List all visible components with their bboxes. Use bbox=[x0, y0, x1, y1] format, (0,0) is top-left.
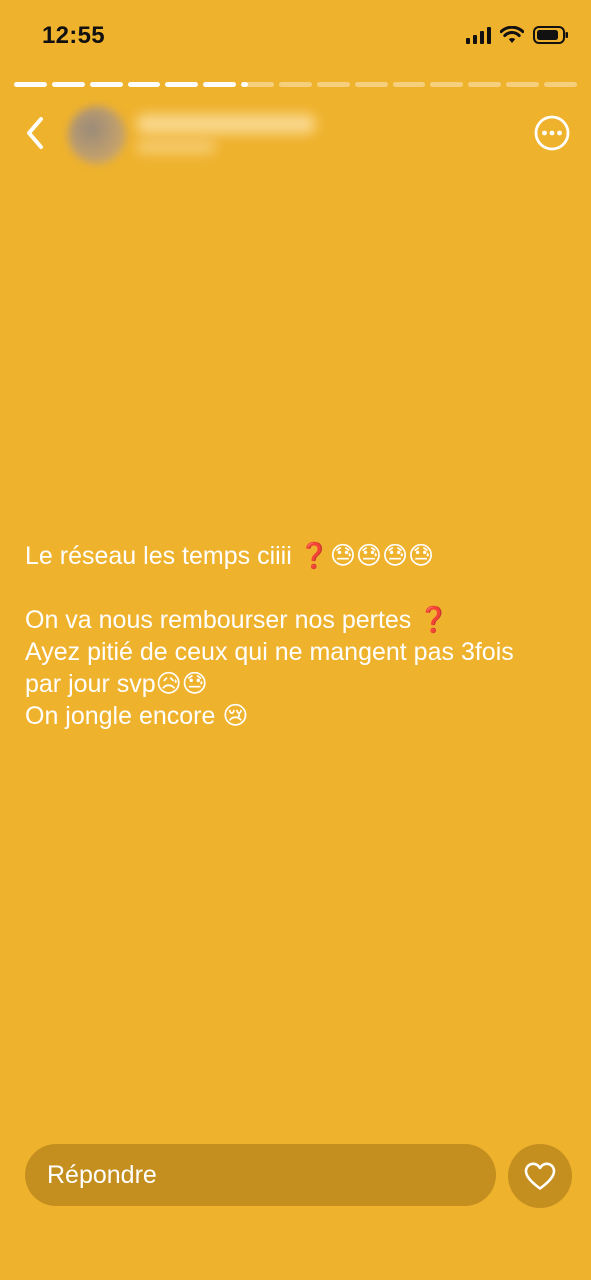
story-header bbox=[0, 100, 591, 170]
story-text: Le réseau les temps ciiii ❓😓😓😓😓 On va no… bbox=[25, 540, 570, 732]
progress-segment bbox=[241, 82, 275, 87]
chevron-left-icon bbox=[27, 117, 43, 149]
progress-segment bbox=[430, 82, 464, 87]
message-line: On va nous rembourser nos pertes ❓ bbox=[25, 606, 450, 634]
progress-segment bbox=[392, 82, 426, 87]
progress-segment bbox=[127, 82, 161, 87]
message-line: Le réseau les temps ciiii ❓😓😓😓😓 bbox=[25, 542, 435, 570]
like-button[interactable] bbox=[508, 1144, 572, 1208]
progress-segment-fill bbox=[51, 82, 85, 87]
battery-icon bbox=[533, 26, 568, 44]
progress-segment bbox=[354, 82, 388, 87]
progress-segment-fill bbox=[165, 82, 199, 87]
story-progress-bar bbox=[14, 82, 577, 87]
status-icons bbox=[466, 26, 569, 44]
reply-input[interactable]: Répondre bbox=[25, 1144, 496, 1206]
more-options-button[interactable] bbox=[533, 114, 571, 152]
reply-placeholder: Répondre bbox=[47, 1160, 157, 1189]
message-line: On jongle encore 😢 bbox=[25, 702, 249, 730]
status-bar: 12:55 bbox=[0, 0, 591, 72]
avatar[interactable] bbox=[68, 106, 126, 164]
progress-segment bbox=[203, 82, 237, 87]
progress-segment-fill bbox=[127, 82, 161, 87]
cellular-signal-icon bbox=[466, 26, 491, 44]
ellipsis-circle-icon bbox=[534, 115, 570, 151]
progress-segment bbox=[51, 82, 85, 87]
progress-segment bbox=[506, 82, 540, 87]
heart-outline-icon bbox=[524, 1162, 556, 1190]
progress-segment bbox=[89, 82, 123, 87]
progress-segment bbox=[279, 82, 312, 87]
progress-segment-fill bbox=[14, 82, 47, 87]
message-line: Ayez pitié de ceux qui ne mangent pas 3f… bbox=[25, 638, 514, 666]
progress-segment bbox=[544, 82, 577, 87]
progress-segment bbox=[14, 82, 47, 87]
progress-segment bbox=[165, 82, 199, 87]
blurred-username[interactable] bbox=[136, 114, 316, 134]
progress-segment-fill bbox=[241, 82, 248, 87]
progress-segment bbox=[468, 82, 502, 87]
status-time: 12:55 bbox=[42, 22, 105, 49]
progress-segment-fill bbox=[89, 82, 123, 87]
wifi-icon bbox=[500, 26, 524, 43]
progress-segment bbox=[316, 82, 350, 87]
progress-segment-fill bbox=[203, 82, 237, 87]
back-button[interactable] bbox=[18, 112, 52, 154]
message-line: par jour svp😥😓 bbox=[25, 670, 208, 698]
blurred-timestamp bbox=[136, 140, 216, 154]
